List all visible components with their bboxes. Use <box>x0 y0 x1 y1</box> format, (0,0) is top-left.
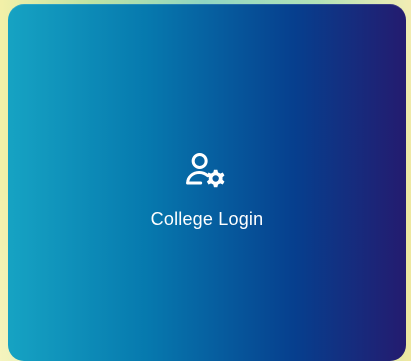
college-login-card[interactable]: College Login <box>8 4 406 361</box>
user-settings-icon <box>186 153 225 188</box>
card-title: College Login <box>150 209 264 229</box>
card-content: College Login <box>151 149 264 230</box>
